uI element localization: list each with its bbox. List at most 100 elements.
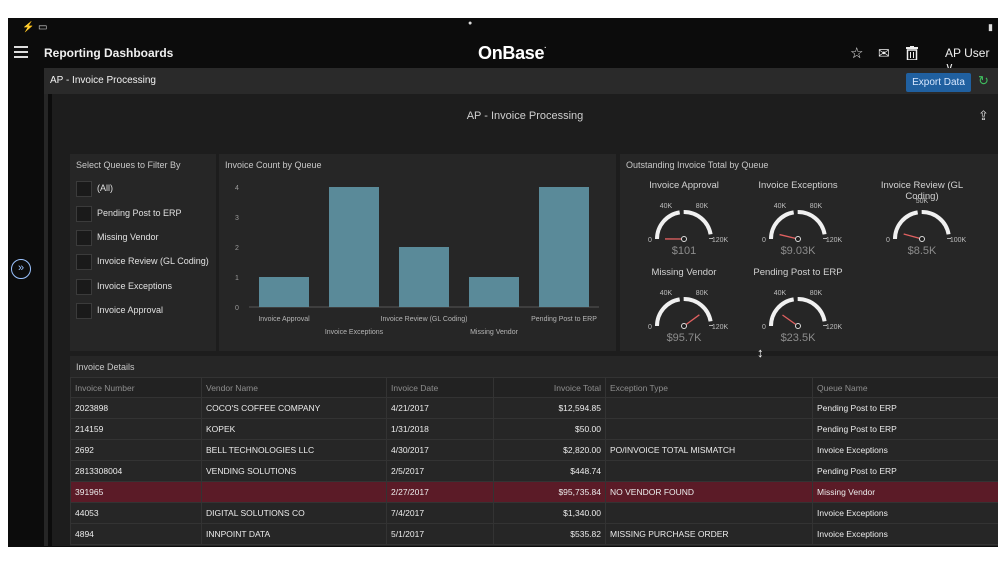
- table-cell: 4/21/2017: [386, 397, 494, 419]
- gauge-tick-label: 0: [762, 324, 766, 331]
- gauge-value: $8.5K: [907, 245, 937, 257]
- gauge-hub: [681, 323, 687, 329]
- invoice-details-title: Invoice Details: [76, 362, 135, 372]
- star-icon[interactable]: ☆: [850, 44, 863, 62]
- gauge-panel: Outstanding Invoice Total by Queue Invoi…: [620, 154, 998, 351]
- table-cell: 7/4/2017: [386, 502, 494, 524]
- gauge: Pending Post to ERP 0 40K 80K 120K $23.5K: [738, 267, 858, 351]
- gauge-hub: [795, 236, 801, 242]
- column-header[interactable]: Invoice Number: [70, 377, 202, 398]
- device-status-bar: ⚡ ▭ ● ▮: [8, 18, 998, 40]
- gauge-tick-label: 80K: [810, 290, 823, 297]
- table-cell: $2,820.00: [493, 439, 606, 461]
- table-cell: [605, 418, 813, 440]
- column-header[interactable]: Exception Type: [605, 377, 813, 398]
- table-cell: 2692: [70, 439, 202, 461]
- bar[interactable]: [399, 247, 449, 307]
- gauge-track: [769, 297, 827, 327]
- table-cell: 2813308004: [70, 460, 202, 482]
- table-row[interactable]: 391965 2/27/2017 $95,735.84 NO VENDOR FOUND…: [70, 481, 998, 503]
- table-cell: VENDING SOLUTIONS: [201, 460, 387, 482]
- gauge-tick-label: 0: [762, 237, 766, 244]
- bar[interactable]: [469, 277, 519, 307]
- column-header[interactable]: Invoice Date: [386, 377, 494, 398]
- gauge-panel-title: Outstanding Invoice Total by Queue: [626, 160, 769, 170]
- y-tick-label: 0: [235, 305, 239, 312]
- app-section-title: Reporting Dashboards: [44, 46, 174, 60]
- invoice-details-panel: Invoice Details Invoice Number Vendor Nam…: [70, 356, 998, 546]
- share-icon[interactable]: ⇪: [978, 108, 989, 124]
- table-cell: $95,735.84: [493, 481, 606, 503]
- checkbox[interactable]: [76, 206, 92, 222]
- page-title: AP - Invoice Processing: [50, 75, 156, 86]
- menu-icon[interactable]: [14, 46, 28, 58]
- x-tick-label: Invoice Approval: [258, 316, 310, 323]
- table-row[interactable]: 4894 INNPOINT DATA 5/1/2017 $535.82 MISSING …: [70, 523, 998, 545]
- table-row[interactable]: 214159 KOPEK 1/31/2018 $50.00 Pending Post t…: [70, 418, 998, 440]
- table-cell: COCO'S COFFEE COMPANY: [201, 397, 387, 419]
- gauge-tick-label: 40K: [660, 290, 673, 297]
- table-cell: [605, 502, 813, 524]
- checkbox[interactable]: [76, 181, 92, 197]
- gauge-tick-label: 0: [886, 237, 890, 244]
- x-tick-label: Missing Vendor: [470, 329, 519, 336]
- gauge-track: [655, 210, 713, 240]
- table-cell: Missing Vendor: [812, 481, 998, 503]
- checkbox[interactable]: [76, 230, 92, 246]
- column-header[interactable]: Vendor Name: [201, 377, 387, 398]
- gauge-track: [769, 210, 827, 240]
- table-cell: $1,340.00: [493, 502, 606, 524]
- page-header: AP - Invoice Processing: [44, 68, 998, 94]
- gauge-hub: [681, 236, 687, 242]
- gauge-tick-label: 120K: [826, 237, 843, 244]
- brand-logo: OnBase.: [478, 43, 546, 63]
- y-tick-label: 2: [235, 245, 239, 252]
- invoice-table: Invoice Number Vendor Name Invoice Date Inv…: [70, 377, 998, 545]
- bar[interactable]: [329, 187, 379, 307]
- gauge: Invoice Approval 0 40K 80K 120K $101: [624, 180, 744, 264]
- table-row[interactable]: 2692 BELL TECHNOLOGIES LLC 4/30/2017 $2,820…: [70, 439, 998, 461]
- dashboard: AP - Invoice Processing ⇪ Select Queues …: [52, 94, 998, 546]
- app-bar: Reporting Dashboards OnBase. ☆ ✉ AP User…: [8, 40, 998, 74]
- bar[interactable]: [259, 277, 309, 307]
- trash-icon[interactable]: [906, 46, 918, 61]
- table-body: 2023898 COCO'S COFFEE COMPANY 4/21/2017 $12…: [70, 397, 998, 545]
- filter-panel: Select Queues to Filter By (All) Pending…: [70, 154, 216, 351]
- bar-chart: 0 1 2 3 4 Invoice Approval Invoice Exceptions I…: [235, 185, 599, 336]
- column-header[interactable]: Invoice Total: [493, 377, 606, 398]
- gauge-tick-label: 120K: [712, 237, 729, 244]
- gauge-tick-label: 120K: [712, 324, 729, 331]
- refresh-icon[interactable]: ↻: [978, 73, 989, 89]
- gauge-tick-label: 0: [648, 237, 652, 244]
- checkbox[interactable]: [76, 303, 92, 319]
- table-cell: MISSING PURCHASE ORDER: [605, 523, 813, 545]
- expand-sidebar-button[interactable]: »: [11, 259, 31, 279]
- gauge-tick-label: 0: [648, 324, 652, 331]
- column-header[interactable]: Queue Name: [812, 377, 998, 398]
- gauge-hub: [919, 236, 925, 242]
- table-row[interactable]: 2023898 COCO'S COFFEE COMPANY 4/21/2017 $12…: [70, 397, 998, 419]
- checkbox[interactable]: [76, 254, 92, 270]
- table-header-row: Invoice Number Vendor Name Invoice Date Inv…: [70, 377, 998, 398]
- app-window: ⚡ ▭ ● ▮ Reporting Dashboards OnBase. ☆ ✉…: [8, 18, 998, 547]
- table-cell: 2023898: [70, 397, 202, 419]
- filter-panel-title: Select Queues to Filter By: [76, 160, 181, 170]
- checkbox[interactable]: [76, 279, 92, 295]
- gauge: Invoice Review (GL Coding) 0 50K 100K $8.5K: [862, 180, 982, 264]
- mail-icon[interactable]: ✉: [878, 45, 890, 62]
- table-row[interactable]: 44053 DIGITAL SOLUTIONS CO 7/4/2017 $1,340.…: [70, 502, 998, 524]
- y-tick-label: 3: [235, 215, 239, 222]
- table-cell: Invoice Exceptions: [812, 439, 998, 461]
- gauge-value: $23.5K: [780, 332, 816, 344]
- table-row[interactable]: 2813308004 VENDING SOLUTIONS 2/5/2017 $448.…: [70, 460, 998, 482]
- table-cell: 214159: [70, 418, 202, 440]
- export-data-button[interactable]: Export Data: [906, 73, 971, 92]
- monitor-icon: ▭: [38, 22, 48, 33]
- bar[interactable]: [539, 187, 589, 307]
- gauge-tick-label: 100K: [950, 237, 967, 244]
- y-tick-label: 4: [235, 185, 239, 192]
- gauge-track: [893, 210, 951, 240]
- table-cell: 4/30/2017: [386, 439, 494, 461]
- table-cell: BELL TECHNOLOGIES LLC: [201, 439, 387, 461]
- table-cell: [201, 481, 387, 503]
